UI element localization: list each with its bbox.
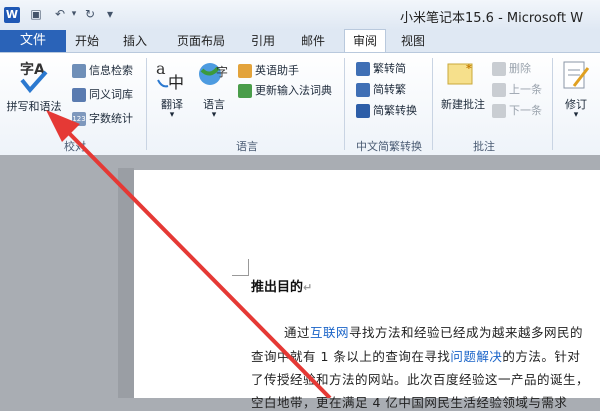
- red-arrow-annotation: [46, 110, 332, 398]
